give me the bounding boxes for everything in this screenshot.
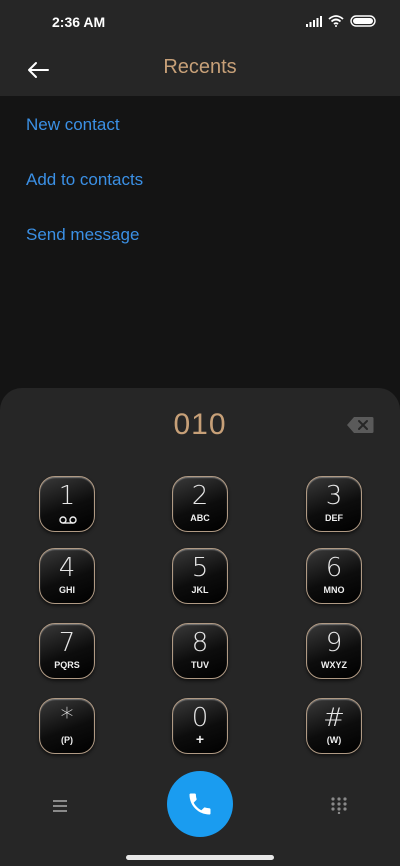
battery-icon [350, 15, 376, 27]
key-letters: WXYZ [321, 660, 347, 670]
key-letters: JKL [191, 585, 209, 595]
key-2[interactable]: 2 ABC [172, 476, 228, 532]
key-digit: 4 [58, 553, 76, 583]
key-digit: 8 [191, 628, 209, 658]
key-digit: 1 [58, 481, 76, 511]
send-message-link[interactable]: Send message [26, 225, 139, 245]
key-digit: * [60, 703, 74, 733]
key-letters: + [195, 731, 205, 747]
call-button[interactable] [167, 771, 233, 837]
key-8[interactable]: 8 TUV [172, 623, 228, 679]
key-digit: 2 [191, 481, 209, 511]
add-to-contacts-link[interactable]: Add to contacts [26, 170, 143, 190]
key-letters: PQRS [54, 660, 80, 670]
bottom-bar [0, 762, 400, 842]
key-letters: TUV [191, 660, 209, 670]
key-hash[interactable]: # (W) [306, 698, 362, 754]
key-3[interactable]: 3 DEF [306, 476, 362, 532]
key-9[interactable]: 9 WXYZ [306, 623, 362, 679]
key-0[interactable]: 0 + [172, 698, 228, 754]
key-digit: 0 [191, 703, 209, 733]
key-letters: ABC [190, 513, 210, 523]
phone-icon [189, 793, 211, 815]
keypad-icon[interactable] [330, 796, 348, 814]
signal-icon [306, 15, 322, 27]
key-digit: # [323, 703, 345, 733]
wifi-icon [328, 15, 344, 27]
voicemail-icon [59, 516, 77, 524]
key-letters: DEF [325, 513, 343, 523]
dialed-number: 010 [173, 408, 227, 441]
key-digit: 5 [191, 553, 209, 583]
key-letters: MNO [323, 585, 345, 595]
key-6[interactable]: 6 MNO [306, 548, 362, 604]
app-header: Recents [0, 44, 400, 96]
menu-icon[interactable] [50, 798, 70, 814]
new-contact-link[interactable]: New contact [26, 115, 120, 135]
key-digit: 9 [325, 628, 343, 658]
key-1[interactable]: 1 [39, 476, 95, 532]
key-star[interactable]: * (P) [39, 698, 95, 754]
key-4[interactable]: 4 GHI [39, 548, 95, 604]
key-digit: 3 [325, 481, 343, 511]
key-digit: 7 [58, 628, 76, 658]
status-bar: 2:36 AM [0, 0, 400, 44]
key-7[interactable]: 7 PQRS [39, 623, 95, 679]
key-letters: GHI [58, 585, 75, 595]
page-title: Recents [163, 56, 237, 78]
key-letters: (W) [326, 735, 342, 745]
key-letters: (P) [61, 735, 73, 745]
key-5[interactable]: 5 JKL [172, 548, 228, 604]
key-digit: 6 [325, 553, 343, 583]
backspace-icon[interactable] [346, 416, 374, 434]
status-icons [306, 15, 376, 27]
home-indicator[interactable] [126, 855, 274, 860]
status-time: 2:36 AM [52, 14, 106, 30]
